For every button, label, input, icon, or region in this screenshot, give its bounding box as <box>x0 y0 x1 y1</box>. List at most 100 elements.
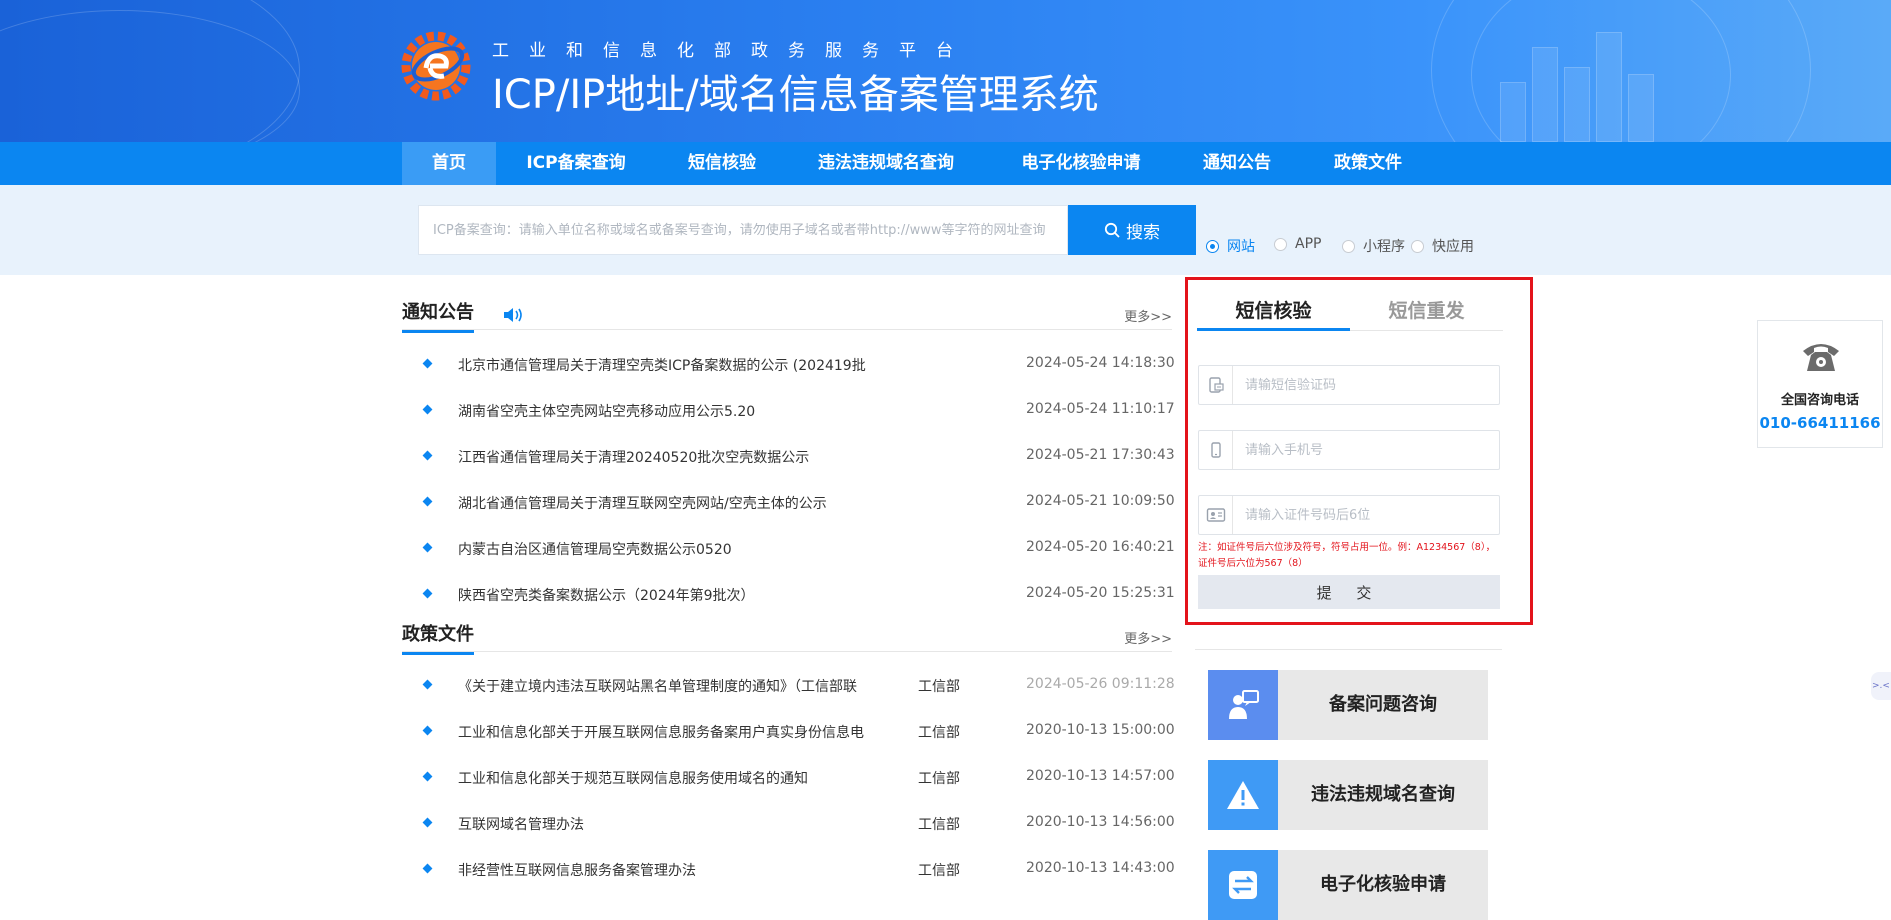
bullet-icon <box>422 588 433 599</box>
radio-app[interactable]: APP <box>1274 236 1321 252</box>
radio-dot <box>1411 239 1424 253</box>
search-input[interactable] <box>418 205 1068 255</box>
bullet-icon <box>422 817 433 828</box>
card-filing-consult[interactable]: 备案问题咨询 <box>1208 670 1488 740</box>
policy-title[interactable]: 非经营性互联网信息服务备案管理办法 <box>458 860 696 880</box>
policy-date: 2024-05-26 09:11:28 <box>1026 676 1175 692</box>
radio-quickapp[interactable]: 快应用 <box>1411 236 1474 256</box>
nav-sms-verify[interactable]: 短信核验 <box>664 142 780 185</box>
id-number-input[interactable] <box>1235 496 1495 534</box>
notice-title[interactable]: 湖南省空壳主体空壳网站空壳移动应用公示5.20 <box>458 401 755 421</box>
bullet-icon <box>422 863 433 874</box>
policy-row: 工业和信息化部关于规范互联网信息服务使用域名的通知 工信部 2020-10-13… <box>402 758 1175 804</box>
nav-policies[interactable]: 政策文件 <box>1318 142 1418 185</box>
policy-date: 2020-10-13 14:56:00 <box>1026 814 1175 830</box>
card-label: 备案问题咨询 <box>1329 694 1437 715</box>
card-illegal-domain[interactable]: 违法违规域名查询 <box>1208 760 1488 830</box>
notice-title[interactable]: 江西省通信管理局关于清理20240520批次空壳数据公示 <box>458 447 809 467</box>
nav-e-verify[interactable]: 电子化核验申请 <box>994 142 1168 185</box>
phone-icon <box>1803 344 1839 371</box>
sms-code-input[interactable] <box>1235 366 1495 404</box>
card-label: 电子化核验申请 <box>1320 874 1446 895</box>
notices-more-link[interactable]: 更多>> <box>1124 306 1172 325</box>
main-nav: 首页 ICP备案查询 短信核验 违法违规域名查询 电子化核验申请 通知公告 政策… <box>0 142 1891 185</box>
card-e-verify[interactable]: 电子化核验申请 <box>1208 850 1488 920</box>
policies-header: 政策文件 更多>> <box>402 620 1172 655</box>
divider <box>1195 649 1502 650</box>
search-icon <box>1104 222 1120 238</box>
header-decoration <box>1628 74 1654 142</box>
warning-icon <box>1208 760 1278 830</box>
bullet-icon <box>422 450 433 461</box>
nav-illegal-domain[interactable]: 违法违规域名查询 <box>796 142 976 185</box>
nav-home[interactable]: 首页 <box>402 142 496 185</box>
system-title: ICP/IP地址/域名信息备案管理系统 <box>492 72 1099 118</box>
notice-row: 内蒙古自治区通信管理局空壳数据公示0520 2024-05-20 16:40:2… <box>402 529 1175 575</box>
notice-title[interactable]: 陕西省空壳类备案数据公示（2024年第9批次） <box>458 585 755 605</box>
platform-subtitle: 工业和信息化部政务服务平台 <box>492 41 973 61</box>
notice-row: 湖北省通信管理局关于清理互联网空壳网站/空壳主体的公示 2024-05-21 1… <box>402 483 1175 529</box>
sms-verify-panel: 短信核验 短信重发 注：如证件号后六位涉及符号，符号占用一位。例：A123456… <box>1185 277 1533 625</box>
submit-button[interactable]: 提 交 <box>1198 575 1500 609</box>
notice-date: 2024-05-21 10:09:50 <box>1026 493 1175 509</box>
consult-icon <box>1208 670 1278 740</box>
policies-title: 政策文件 <box>402 620 474 655</box>
bullet-icon <box>422 358 433 369</box>
policy-title[interactable]: 《关于建立境内违法互联网站黑名单管理制度的通知》（工信部联 <box>458 676 857 696</box>
policy-row: 《关于建立境内违法互联网站黑名单管理制度的通知》（工信部联 工信部 2024-0… <box>402 666 1175 712</box>
notice-title[interactable]: 湖北省通信管理局关于清理互联网空壳网站/空壳主体的公示 <box>458 493 827 513</box>
mobile-icon <box>1199 431 1233 469</box>
header-decoration <box>1596 32 1622 142</box>
policy-date: 2020-10-13 14:43:00 <box>1026 860 1175 876</box>
search-bar: 搜索 网站 APP 小程序 快应用 <box>0 185 1891 275</box>
radio-dot <box>1206 239 1219 253</box>
bullet-icon <box>422 725 433 736</box>
notices-header: 通知公告 更多>> <box>402 298 1172 333</box>
header-decoration <box>1500 82 1526 142</box>
bullet-icon <box>422 679 433 690</box>
policy-dept: 工信部 <box>918 725 960 741</box>
radio-website[interactable]: 网站 <box>1206 236 1255 256</box>
radio-label: 网站 <box>1227 239 1255 255</box>
nav-notices[interactable]: 通知公告 <box>1186 142 1288 185</box>
hotline-label: 全国咨询电话 <box>1780 393 1859 408</box>
notice-date: 2024-05-20 16:40:21 <box>1026 539 1175 555</box>
policy-row: 非经营性互联网信息服务备案管理办法 工信部 2020-10-13 14:43:0… <box>402 850 1175 896</box>
policy-title[interactable]: 互联网域名管理办法 <box>458 814 584 834</box>
policy-date: 2020-10-13 14:57:00 <box>1026 768 1175 784</box>
policy-dept: 工信部 <box>918 863 960 879</box>
bullet-icon <box>422 404 433 415</box>
radio-dot <box>1274 237 1287 251</box>
search-button-label: 搜索 <box>1126 222 1160 243</box>
tab-sms-resend[interactable]: 短信重发 <box>1350 296 1503 331</box>
search-button[interactable]: 搜索 <box>1068 205 1196 255</box>
policy-dept: 工信部 <box>918 679 960 695</box>
edge-float-tab[interactable]: >.< <box>1871 672 1891 700</box>
bullet-icon <box>422 496 433 507</box>
hotline-widget[interactable]: 全国咨询电话 010-66411166 <box>1757 320 1883 448</box>
sms-code-field <box>1198 365 1500 405</box>
notice-title[interactable]: 北京市通信管理局关于清理空壳类ICP备案数据的公示 (202419批 <box>458 355 866 375</box>
phone-field <box>1198 430 1500 470</box>
policy-title[interactable]: 工业和信息化部关于规范互联网信息服务使用域名的通知 <box>458 768 808 788</box>
nav-icp-query[interactable]: ICP备案查询 <box>506 142 646 185</box>
policy-title[interactable]: 工业和信息化部关于开展互联网信息服务备案用户真实身份信息电 <box>458 722 864 742</box>
tab-sms-verify[interactable]: 短信核验 <box>1197 296 1350 331</box>
site-header: 工业和信息化部政务服务平台 ICP/IP地址/域名信息备案管理系统 <box>0 0 1891 142</box>
bullet-icon <box>422 771 433 782</box>
radio-label: 小程序 <box>1363 239 1405 255</box>
policies-more-link[interactable]: 更多>> <box>1124 628 1172 647</box>
card-label: 违法违规域名查询 <box>1311 784 1455 805</box>
bullet-icon <box>422 542 433 553</box>
radio-miniprogram[interactable]: 小程序 <box>1342 236 1405 256</box>
message-icon <box>1199 366 1233 404</box>
policy-row: 工业和信息化部关于开展互联网信息服务备案用户真实身份信息电 工信部 2020-1… <box>402 712 1175 758</box>
id-format-note: 注：如证件号后六位涉及符号，符号占用一位。例：A1234567（8），证件号后六… <box>1198 542 1496 569</box>
id-number-field <box>1198 495 1500 535</box>
notice-date: 2024-05-24 11:10:17 <box>1026 401 1175 417</box>
phone-input[interactable] <box>1235 431 1495 469</box>
sms-tabs: 短信核验 短信重发 <box>1197 296 1503 331</box>
notice-date: 2024-05-21 17:30:43 <box>1026 447 1175 463</box>
notice-title[interactable]: 内蒙古自治区通信管理局空壳数据公示0520 <box>458 539 732 559</box>
header-decoration <box>1532 47 1558 142</box>
